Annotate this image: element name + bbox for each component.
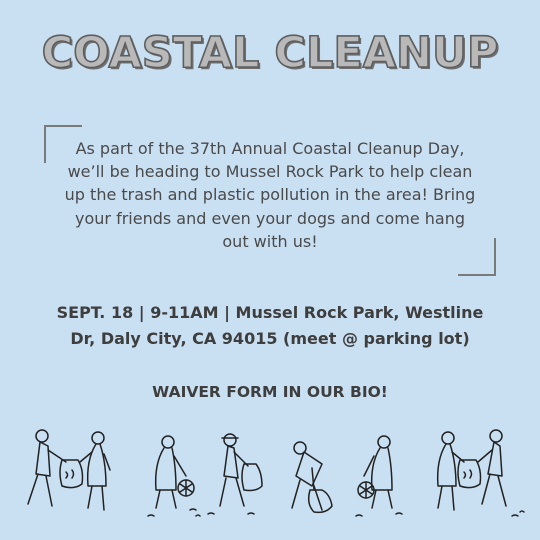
volunteer-with-net-bag xyxy=(147,435,201,517)
event-date-time-location: SEPT. 18 | 9-11AM | Mussel Rock Park, We… xyxy=(56,303,484,322)
volunteer-pair-right xyxy=(436,429,525,517)
volunteer-with-net-bag-2 xyxy=(355,435,403,517)
volunteer-bending xyxy=(291,441,333,514)
event-address: Dr, Daly City, CA 94015 (meet @ parking … xyxy=(70,328,470,348)
event-details: SEPT. 18 | 9-11AM | Mussel Rock Park, We… xyxy=(40,300,500,351)
poster-title: COASTAL CLEANUP xyxy=(41,27,499,79)
waiver-notice: WAIVER FORM IN OUR BIO! xyxy=(152,383,388,401)
volunteer-with-hat xyxy=(207,433,263,515)
volunteers-illustration xyxy=(0,424,540,530)
intro-paragraph: As part of the 37th Annual Coastal Clean… xyxy=(64,139,476,251)
volunteer-pair-left xyxy=(27,429,111,511)
